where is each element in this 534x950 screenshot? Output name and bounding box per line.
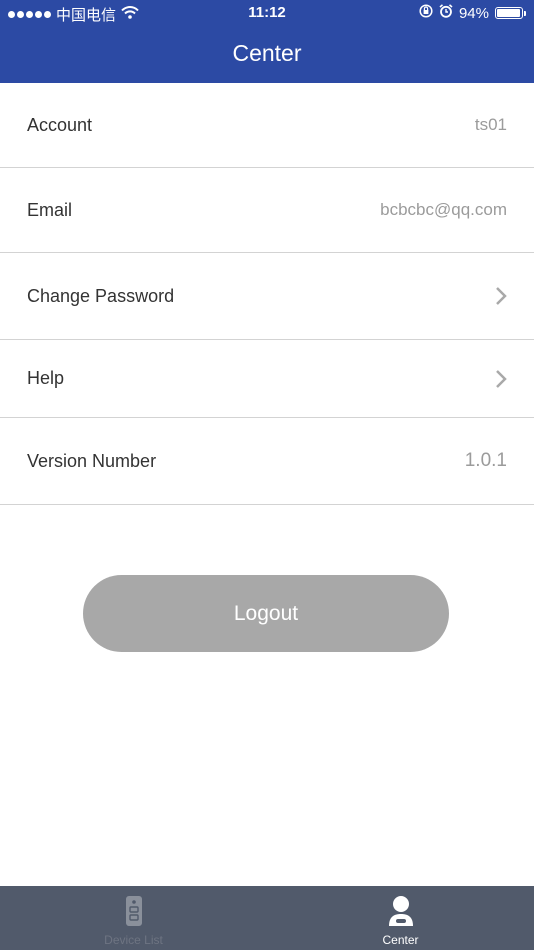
center-screen: 中国电信 11:12 94% Center Account ts01 Email…	[0, 0, 534, 950]
orientation-lock-icon	[419, 4, 433, 22]
change-password-row[interactable]: Change Password	[0, 253, 534, 340]
tab-device-list[interactable]: Device List	[0, 886, 267, 950]
email-value: bcbcbc@qq.com	[380, 200, 507, 219]
header: 中国电信 11:12 94% Center	[0, 0, 534, 83]
settings-list: Account ts01 Email bcbcbc@qq.com Change …	[0, 83, 534, 505]
tab-center-label: Center	[382, 933, 419, 947]
chevron-right-icon	[495, 286, 507, 306]
alarm-clock-icon	[439, 4, 453, 22]
page-title: Center	[232, 40, 302, 66]
version-number-label: Version Number	[27, 450, 157, 471]
user-icon	[387, 895, 415, 927]
version-number-value: 1.0.1	[464, 450, 507, 471]
status-bar: 中国电信 11:12 94%	[0, 0, 534, 28]
tab-device-list-label: Device List	[104, 933, 163, 947]
battery-percentage: 94%	[458, 4, 489, 22]
tab-bar: Device List Center	[0, 886, 534, 950]
account-row: Account ts01	[0, 83, 534, 168]
version-number-row: Version Number 1.0.1	[0, 418, 534, 505]
help-label: Help	[27, 368, 65, 388]
logout-button[interactable]: Logout	[83, 575, 449, 652]
help-row[interactable]: Help	[0, 340, 534, 418]
account-label: Account	[27, 114, 93, 135]
change-password-label: Change Password	[27, 285, 175, 306]
battery-icon	[495, 7, 526, 19]
account-value: ts01	[474, 115, 507, 134]
chevron-right-icon	[495, 369, 507, 389]
battery-fill	[497, 9, 520, 17]
status-right: 94%	[419, 4, 526, 22]
device-icon	[125, 895, 143, 927]
email-row: Email bcbcbc@qq.com	[0, 168, 534, 253]
tab-center[interactable]: Center	[267, 886, 534, 950]
email-label: Email	[27, 199, 73, 220]
